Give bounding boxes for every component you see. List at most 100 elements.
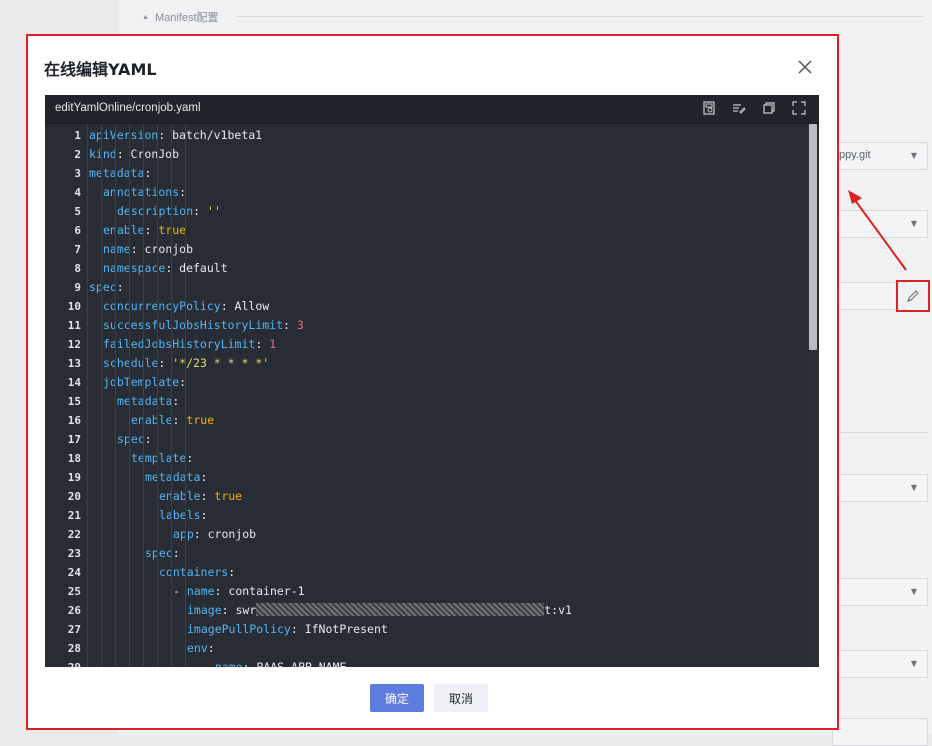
code-area[interactable]: 1 2 3 4 5 6 7 8 9 10 11 12 13 14 15 16 17 18 19 20 21 22 23 24 2… [45, 124, 819, 667]
line-number: 19 [67, 471, 81, 484]
code-token: metadata [117, 394, 173, 408]
code-line: metadata: [145, 468, 207, 487]
code-token: spec [89, 280, 117, 294]
line-number: 29 [45, 658, 85, 667]
line-number: 3 [74, 167, 81, 180]
code-line: name: cronjob [103, 240, 193, 259]
code-line: - name: PAAS_APP_NAME [201, 658, 346, 667]
line-number: 7 [74, 243, 81, 256]
code-token: - [201, 660, 215, 667]
code-token: '' [207, 204, 221, 218]
code-token: t:v1 [544, 603, 572, 617]
editor-toolbar [701, 100, 807, 116]
code-token: image [187, 603, 222, 617]
code-token: : PAAS_APP_NAME [242, 660, 347, 667]
line-number: 15 [67, 395, 81, 408]
line-number: 2 [74, 148, 81, 161]
code-line: template: [131, 449, 193, 468]
cancel-button[interactable]: 取消 [434, 684, 489, 712]
line-number: 20 [67, 490, 81, 503]
save-icon[interactable] [701, 100, 717, 116]
line-number: 4 [74, 186, 81, 199]
line-number: 1 [74, 129, 81, 142]
code-token: : IfNotPresent [290, 622, 388, 636]
redacted-image-path [256, 603, 545, 616]
code-line: metadata: [117, 392, 179, 411]
code-line: metadata: [89, 164, 151, 183]
code-token: : CronJob [116, 147, 180, 161]
code-token: labels [159, 508, 201, 522]
code-token: : [255, 337, 270, 351]
code-token: schedule [103, 356, 159, 370]
code-line: schedule: '*/23 * * * *' [103, 354, 269, 373]
code-line: spec: [117, 430, 152, 449]
code-line: image: swr t:v1 [187, 601, 572, 620]
indent-guide [185, 124, 186, 667]
line-number: 6 [74, 224, 81, 237]
code-token: env [187, 641, 208, 655]
line-number: 13 [67, 357, 81, 370]
line-number: 23 [67, 547, 81, 560]
line-number: 24 [67, 566, 81, 579]
dialog-title: 在线编辑YAML [44, 60, 157, 79]
confirm-button[interactable]: 确定 [370, 684, 425, 712]
line-number: 21 [67, 509, 81, 522]
editor-header: editYamlOnline/cronjob.yaml [45, 95, 819, 124]
code-token: name [214, 660, 243, 667]
line-number: 16 [67, 414, 81, 427]
code-token: : [200, 508, 208, 522]
code-token: metadata [89, 166, 145, 180]
scrollbar-thumb[interactable] [809, 124, 817, 350]
code-token: : cronjob [193, 527, 257, 541]
code-line: labels: [159, 506, 207, 525]
code-token: : [200, 489, 215, 503]
code-token: : [193, 204, 208, 218]
close-icon [798, 60, 812, 74]
code-token: name [103, 242, 131, 256]
code-token: containers [159, 565, 229, 579]
line-number: 11 [67, 319, 81, 332]
format-icon[interactable] [731, 100, 747, 116]
line-number: 25 [67, 585, 81, 598]
line-number: 17 [67, 433, 81, 446]
code-token: : [283, 318, 297, 332]
code-token: metadata [145, 470, 201, 484]
code-line: - name: container-1 [173, 582, 305, 601]
indent-guide [87, 124, 88, 667]
code-token: : [172, 394, 180, 408]
close-button[interactable] [794, 56, 816, 78]
code-token: app [173, 527, 194, 541]
indent-guide [171, 124, 172, 667]
indent-guide [129, 124, 130, 667]
code-token: true [158, 223, 187, 237]
code-token: 1 [269, 337, 277, 351]
code-token: successfulJobsHistoryLimit [103, 318, 284, 332]
code-line: successfulJobsHistoryLimit: 3 [103, 316, 304, 335]
copy-icon[interactable] [761, 100, 777, 116]
editor-scrollbar[interactable] [807, 124, 819, 667]
line-number: 14 [67, 376, 81, 389]
edit-yaml-dialog: 在线编辑YAML editYamlOnline/cronjob.yaml 1 2… [26, 34, 839, 730]
fullscreen-icon[interactable] [791, 100, 807, 116]
code-token: template [131, 451, 187, 465]
code-token: name [186, 584, 215, 598]
line-number: 9 [74, 281, 81, 294]
code-content[interactable]: apiVersion: batch/v1beta1 kind: CronJob me… [87, 124, 805, 667]
code-line: namespace: default [103, 259, 228, 278]
editor-filename: editYamlOnline/cronjob.yaml [55, 102, 201, 114]
code-line: concurrencyPolicy: Allow [103, 297, 269, 316]
code-token: kind [89, 147, 117, 161]
code-token: 3 [296, 318, 304, 332]
code-line: description: '' [117, 202, 221, 221]
code-token: : [207, 641, 215, 655]
line-number: 10 [67, 300, 81, 313]
line-number: 22 [67, 528, 81, 541]
code-token: apiVersion [89, 128, 159, 142]
line-number: 8 [74, 262, 81, 275]
code-token: : [200, 470, 208, 484]
yaml-editor[interactable]: editYamlOnline/cronjob.yaml 1 2 3 4 5 6 … [45, 95, 819, 667]
code-token: imagePullPolicy [187, 622, 291, 636]
code-token: true [214, 489, 243, 503]
indent-guide [101, 124, 102, 667]
indent-guide [143, 124, 144, 667]
